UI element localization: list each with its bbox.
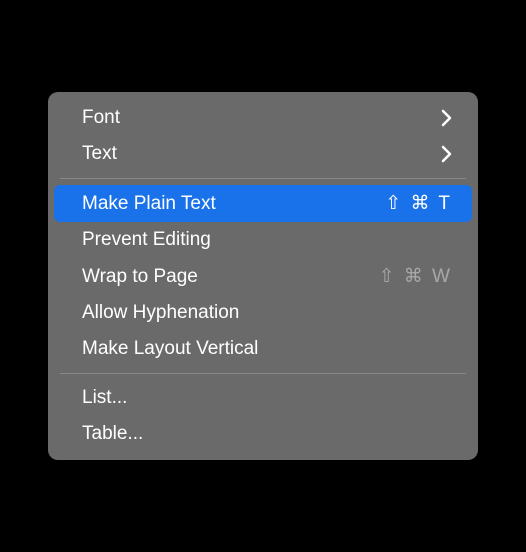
menu-item-label: Text (82, 143, 441, 165)
menu-item-text[interactable]: Text (54, 136, 472, 172)
menu-item-wrap-to-page[interactable]: Wrap to Page ⇧ ⌘ W (54, 258, 472, 295)
menu-item-table[interactable]: Table... (54, 416, 472, 452)
keyboard-shortcut: ⇧ ⌘ W (379, 265, 452, 288)
menu-item-label: Font (82, 107, 441, 129)
menu-item-prevent-editing[interactable]: Prevent Editing (54, 222, 472, 258)
menu-item-make-layout-vertical[interactable]: Make Layout Vertical (54, 331, 472, 367)
menu-separator (60, 373, 466, 374)
menu-item-label: Make Layout Vertical (82, 338, 452, 360)
context-menu: Font Text Make Plain Text ⇧ ⌘ T Prevent … (48, 92, 478, 460)
menu-item-label: Table... (82, 423, 452, 445)
menu-item-label: Allow Hyphenation (82, 302, 452, 324)
menu-item-allow-hyphenation[interactable]: Allow Hyphenation (54, 295, 472, 331)
menu-separator (60, 178, 466, 179)
menu-item-font[interactable]: Font (54, 100, 472, 136)
keyboard-shortcut: ⇧ ⌘ T (385, 192, 452, 215)
chevron-right-icon (441, 145, 452, 163)
menu-item-make-plain-text[interactable]: Make Plain Text ⇧ ⌘ T (54, 185, 472, 222)
menu-item-label: List... (82, 387, 452, 409)
menu-item-label: Prevent Editing (82, 229, 452, 251)
menu-item-list[interactable]: List... (54, 380, 472, 416)
menu-item-label: Make Plain Text (82, 193, 385, 215)
menu-item-label: Wrap to Page (82, 266, 379, 288)
chevron-right-icon (441, 109, 452, 127)
